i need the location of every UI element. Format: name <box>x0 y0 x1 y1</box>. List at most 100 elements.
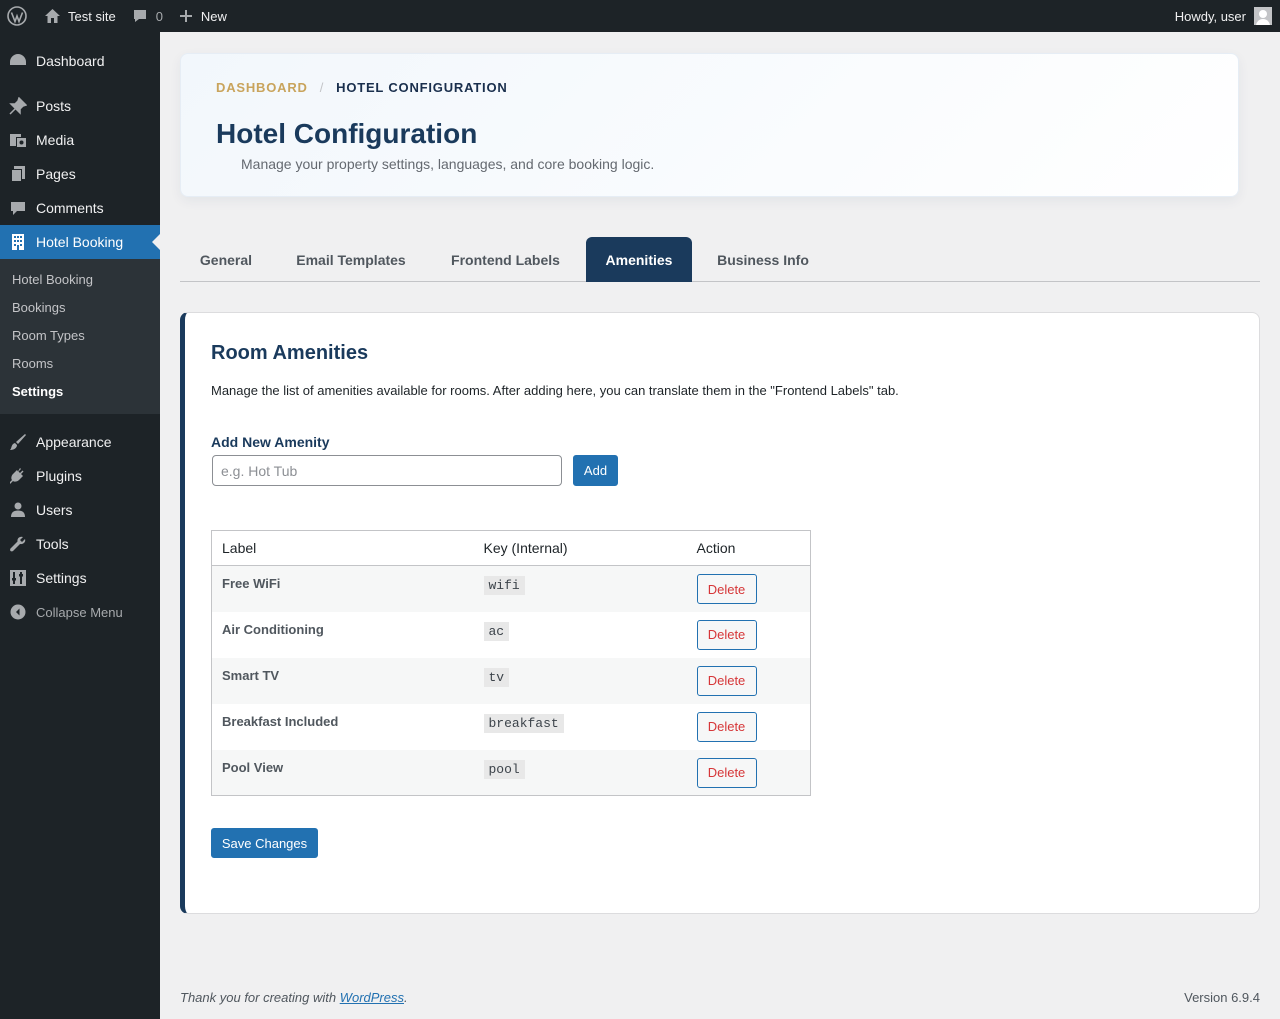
footer-thanks-suffix: . <box>404 990 408 1005</box>
avatar <box>1254 7 1272 25</box>
add-amenity-input[interactable] <box>212 455 562 486</box>
delete-button[interactable]: Delete <box>696 711 757 742</box>
menu-label: Plugins <box>36 468 82 484</box>
amenities-table: Label Key (Internal) Action Free WiFi wi… <box>211 530 811 796</box>
menu-item-dashboard[interactable]: Dashboard <box>0 44 160 78</box>
menu-label: Dashboard <box>36 53 105 69</box>
media-icon <box>0 131 36 149</box>
submenu-item-rooms[interactable]: Rooms <box>0 350 160 378</box>
collapse-label: Collapse Menu <box>36 604 123 620</box>
menu-item-settings[interactable]: Settings <box>0 561 160 595</box>
menu-item-tools[interactable]: Tools <box>0 527 160 561</box>
table-row: Air Conditioning ac Delete <box>212 612 811 658</box>
column-header-label: Label <box>211 530 483 566</box>
table-row: Pool View pool Delete <box>211 749 811 796</box>
delete-button[interactable]: Delete <box>696 757 757 788</box>
amenity-key: pool <box>483 759 525 779</box>
menu-label: Users <box>36 502 73 518</box>
breadcrumb-separator: / <box>319 80 325 95</box>
wrench-icon <box>0 535 36 553</box>
table-row: Smart TV tv Delete <box>211 657 811 704</box>
submenu-item-hotel-booking[interactable]: Hotel Booking <box>0 266 160 294</box>
menu-item-users[interactable]: Users <box>0 493 160 527</box>
howdy-text: Howdy, user <box>1174 8 1246 24</box>
amenity-key: breakfast <box>483 713 564 733</box>
menu-label: Tools <box>36 536 69 552</box>
collapse-arrow-icon <box>0 604 36 620</box>
save-changes-button[interactable]: Save Changes <box>211 828 318 858</box>
menu-item-appearance[interactable]: Appearance <box>0 425 160 459</box>
page-subtitle: Manage your property settings, languages… <box>241 156 655 172</box>
menu-label: Hotel Booking <box>36 234 124 250</box>
column-header-key: Key (Internal) <box>482 530 690 566</box>
menu-item-posts[interactable]: Posts <box>0 89 160 123</box>
settings-icon <box>0 569 36 587</box>
dashboard-icon <box>0 52 36 70</box>
column-header-action: Action <box>689 530 811 566</box>
menu-item-pages[interactable]: Pages <box>0 157 160 191</box>
hotel-booking-submenu: Hotel Booking Bookings Room Types Rooms … <box>0 259 160 414</box>
tab-amenities[interactable]: Amenities <box>586 237 692 282</box>
page-title: Hotel Configuration <box>216 118 478 149</box>
menu-label: Appearance <box>36 434 112 450</box>
page-header-card: DASHBOARD / HOTEL CONFIGURATION Hotel Co… <box>180 53 1239 197</box>
plus-icon <box>179 10 192 22</box>
home-icon <box>45 9 60 23</box>
submenu-item-room-types[interactable]: Room Types <box>0 322 160 350</box>
comments-link[interactable]: 0 <box>124 0 171 32</box>
tab-frontend-labels[interactable]: Frontend Labels <box>431 237 580 282</box>
collapse-menu-button[interactable]: Collapse Menu <box>0 595 160 629</box>
table-row: Free WiFi wifi Delete <box>211 565 811 612</box>
amenity-label: Free WiFi <box>211 565 483 612</box>
delete-button[interactable]: Delete <box>696 574 757 604</box>
comments-count: 0 <box>155 8 163 24</box>
settings-tabs: General Email Templates Frontend Labels … <box>180 237 1260 282</box>
my-account-link[interactable]: Howdy, user <box>1167 0 1280 32</box>
amenities-panel: Room Amenities Manage the list of amenit… <box>180 312 1260 914</box>
amenity-key: tv <box>483 667 510 687</box>
delete-button[interactable]: Delete <box>696 665 757 696</box>
footer-version: Version 6.9.4 <box>1184 990 1260 1005</box>
menu-item-comments[interactable]: Comments <box>0 191 160 225</box>
new-content-link[interactable]: New <box>171 0 235 32</box>
menu-label: Media <box>36 132 75 148</box>
add-amenity-label: Add New Amenity <box>211 434 330 450</box>
amenity-label: Smart TV <box>211 657 483 704</box>
footer-thanks: Thank you for creating with WordPress. <box>180 990 408 1005</box>
amenity-label: Air Conditioning <box>222 621 324 637</box>
pushpin-icon <box>0 97 36 115</box>
menu-label: Pages <box>36 166 76 182</box>
breadcrumb: DASHBOARD / HOTEL CONFIGURATION <box>216 80 508 95</box>
amenity-key: wifi <box>483 576 525 595</box>
submenu-item-settings[interactable]: Settings <box>0 378 160 406</box>
table-header-row: Label Key (Internal) Action <box>211 530 811 566</box>
tab-general[interactable]: General <box>180 237 272 282</box>
menu-label: Comments <box>36 200 104 216</box>
menu-item-hotel-booking[interactable]: Hotel Booking <box>0 225 160 259</box>
add-amenity-button[interactable]: Add <box>573 455 618 486</box>
users-icon <box>0 501 36 519</box>
admin-bar: Test site 0 New Howdy, user <box>0 0 1280 32</box>
delete-button[interactable]: Delete <box>696 619 757 650</box>
menu-label: Posts <box>36 98 72 114</box>
site-name-link[interactable]: Test site <box>36 0 124 32</box>
amenity-label: Breakfast Included <box>222 713 339 729</box>
menu-label: Settings <box>36 570 87 586</box>
panel-description: Manage the list of amenities available f… <box>211 383 899 398</box>
wordpress-logo-icon[interactable] <box>0 0 36 32</box>
submenu-item-bookings[interactable]: Bookings <box>0 294 160 322</box>
brush-icon <box>0 433 36 451</box>
site-name-label: Test site <box>68 8 116 24</box>
new-label: New <box>200 8 227 24</box>
amenity-key: ac <box>483 621 510 641</box>
menu-item-plugins[interactable]: Plugins <box>0 459 160 493</box>
tab-email-templates[interactable]: Email Templates <box>277 237 425 282</box>
wordpress-link[interactable]: WordPress <box>340 990 404 1005</box>
tab-business-info[interactable]: Business Info <box>698 237 828 282</box>
breadcrumb-dashboard-link[interactable]: DASHBOARD <box>216 80 308 95</box>
menu-item-media[interactable]: Media <box>0 123 160 157</box>
plugin-icon <box>0 467 36 485</box>
footer-thanks-prefix: Thank you for creating with <box>180 990 340 1005</box>
panel-title: Room Amenities <box>211 342 369 364</box>
table-row: Breakfast Included breakfast Delete <box>212 704 811 750</box>
